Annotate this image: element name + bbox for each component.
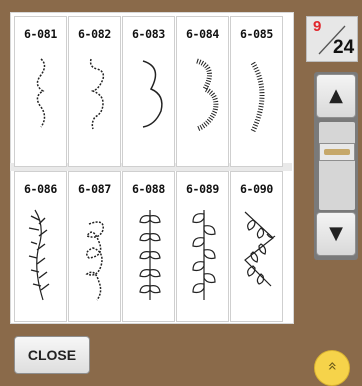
stitch-tile-6-088[interactable]: 6-088 bbox=[122, 171, 175, 322]
diagonal-leaf-stitch-icon bbox=[244, 211, 276, 287]
stitch-code: 6-083 bbox=[131, 27, 166, 41]
stitch-code: 6-082 bbox=[77, 27, 112, 41]
looped-vine-stitch-icon bbox=[85, 221, 104, 301]
bump-bracket-stitch-icon bbox=[89, 58, 105, 130]
stitch-code: 6-085 bbox=[239, 27, 274, 41]
stitch-tile-6-089[interactable]: 6-089 bbox=[176, 171, 229, 322]
stitch-tile-6-087[interactable]: 6-087 bbox=[68, 171, 121, 322]
double-scallop-stitch-icon bbox=[142, 60, 163, 128]
stitch-code: 6-087 bbox=[77, 182, 112, 196]
double-chevron-up-icon: » bbox=[321, 361, 341, 371]
leaf-vine-stitch-icon bbox=[139, 210, 161, 300]
stitch-tile-6-081[interactable]: 6-081 bbox=[14, 16, 67, 167]
scroll-up-button[interactable]: ▲ bbox=[316, 74, 356, 118]
stitch-code: 6-088 bbox=[131, 182, 166, 196]
scroll-thumb[interactable] bbox=[319, 143, 355, 161]
arrow-down-icon: ▼ bbox=[329, 223, 343, 244]
leaf-vine-alt-stitch-icon bbox=[192, 210, 216, 300]
scroll-track[interactable] bbox=[319, 122, 355, 210]
stitch-tile-6-085[interactable]: 6-085 bbox=[230, 16, 283, 167]
scallop-bracket-stitch-icon bbox=[36, 58, 46, 128]
stitch-code: 6-090 bbox=[239, 182, 274, 196]
satin-scallop-stitch-icon bbox=[196, 58, 219, 132]
stitch-code: 6-086 bbox=[23, 182, 58, 196]
scroll-down-button[interactable]: ▼ bbox=[316, 212, 356, 256]
stitch-tile-6-090[interactable]: 6-090 bbox=[230, 171, 283, 322]
stitch-tile-6-086[interactable]: 6-086 bbox=[14, 171, 67, 322]
stitch-tile-6-083[interactable]: 6-083 bbox=[122, 16, 175, 167]
total-pages: 24 bbox=[333, 37, 355, 58]
expand-button[interactable]: » bbox=[314, 350, 350, 386]
stitch-tile-6-082[interactable]: 6-082 bbox=[68, 16, 121, 167]
close-button[interactable]: CLOSE bbox=[14, 336, 90, 374]
stitch-code: 6-089 bbox=[185, 182, 220, 196]
page-counter: 9 24 bbox=[306, 16, 358, 62]
grip-icon bbox=[324, 149, 350, 155]
stitch-code: 6-081 bbox=[23, 27, 58, 41]
arrow-up-icon: ▲ bbox=[329, 85, 343, 106]
feather-stitch-icon bbox=[28, 209, 50, 301]
stitch-tile-6-084[interactable]: 6-084 bbox=[176, 16, 229, 167]
stitch-code: 6-084 bbox=[185, 27, 220, 41]
satin-curve-stitch-icon bbox=[250, 61, 265, 133]
